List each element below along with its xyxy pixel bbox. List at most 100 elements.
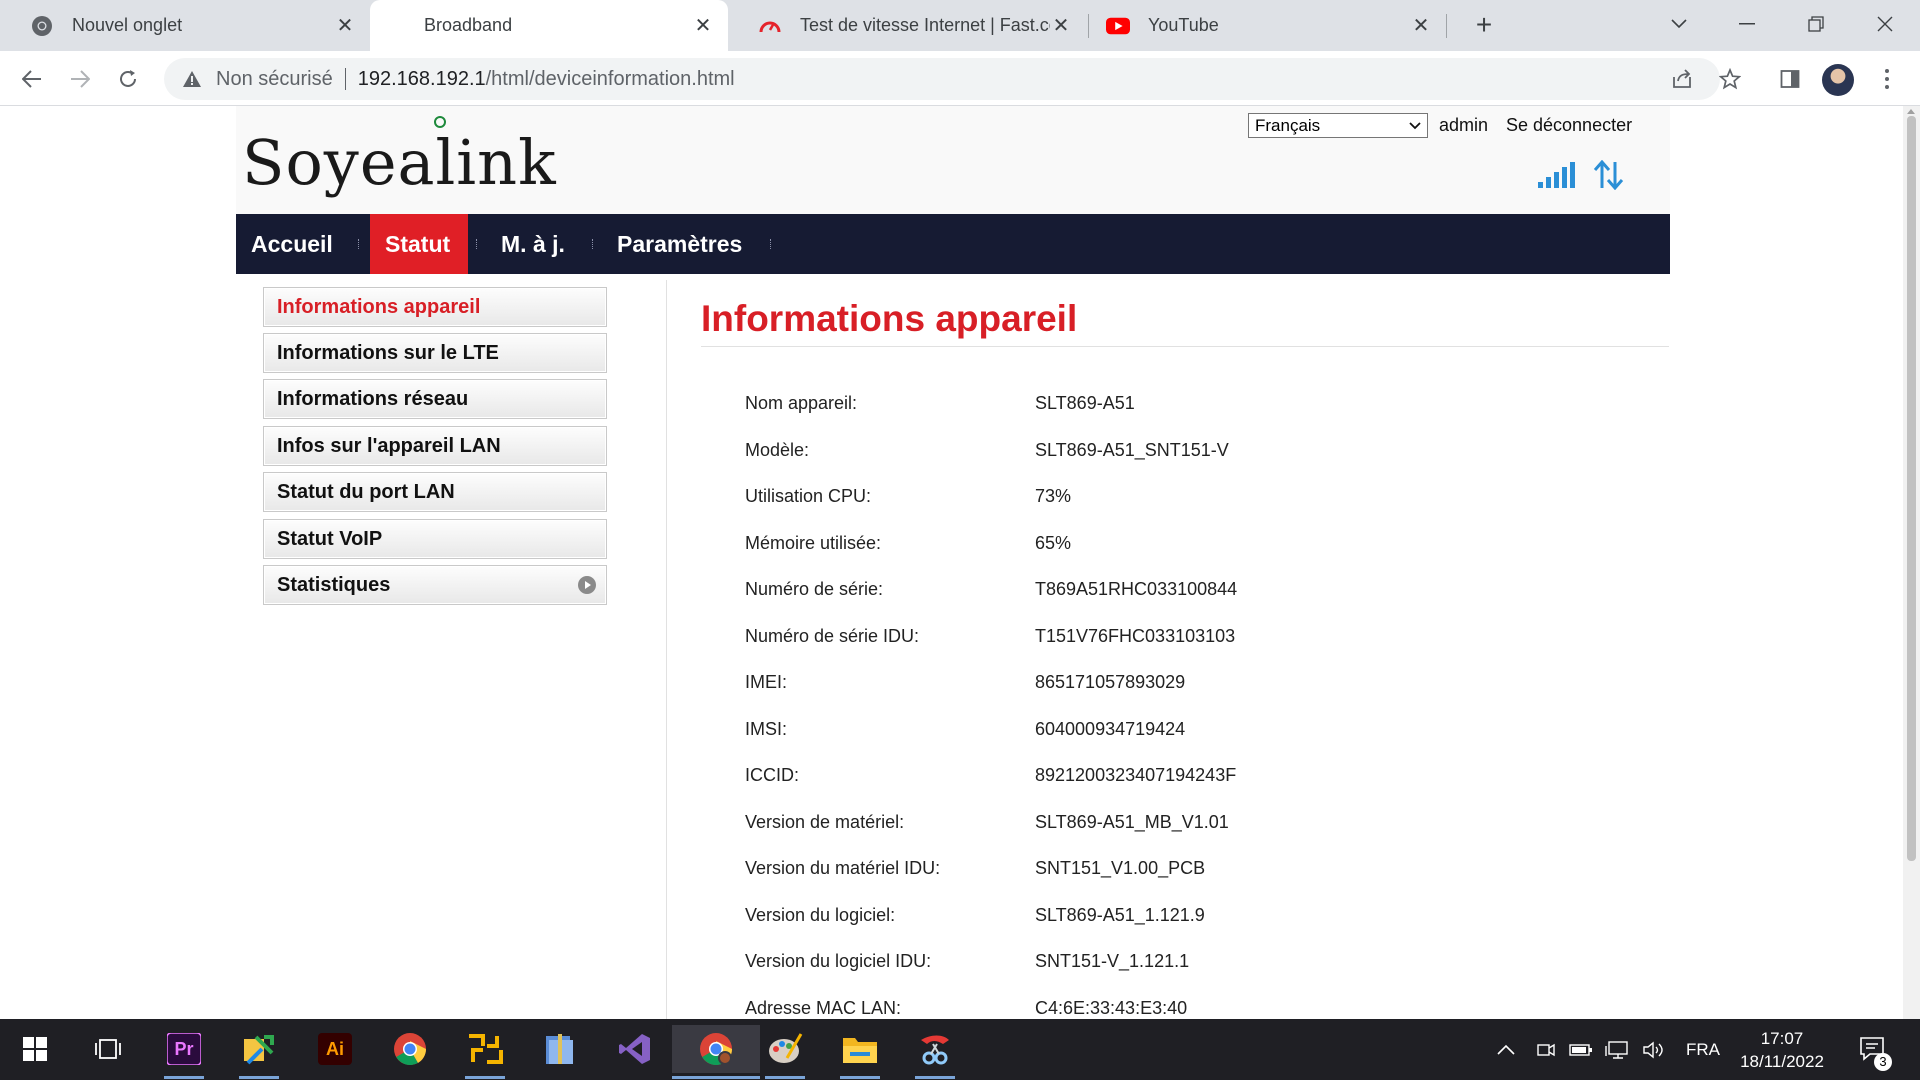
- windows-start-icon[interactable]: [10, 1025, 60, 1073]
- info-label: IMEI:: [745, 672, 788, 692]
- scroll-thumb[interactable]: [1907, 116, 1916, 861]
- info-row-memory: Mémoire utilisée: 65%: [745, 533, 1645, 557]
- illustrator-icon[interactable]: Ai: [310, 1025, 360, 1073]
- info-value: 865171057893029: [1035, 672, 1186, 692]
- browser-menu-icon[interactable]: [1872, 61, 1902, 97]
- browser-tab-strip: Nouvel onglet ✕ Broadband ✕ Test de vite…: [0, 0, 1920, 51]
- minimize-icon[interactable]: [1727, 6, 1767, 42]
- sidebar-item-lte-info[interactable]: Informations sur le LTE: [263, 333, 607, 373]
- info-label: Adresse MAC LAN:: [745, 998, 902, 1018]
- info-label: Version de matériel:: [745, 812, 905, 832]
- info-row-cpu: Utilisation CPU: 73%: [745, 486, 1645, 510]
- info-value: 73%: [1035, 486, 1072, 506]
- language-select[interactable]: Français: [1248, 113, 1428, 138]
- running-indicator: [465, 1076, 505, 1079]
- share-icon[interactable]: [1664, 61, 1700, 97]
- archive-icon[interactable]: [535, 1025, 585, 1073]
- close-icon[interactable]: ✕: [1050, 15, 1072, 37]
- security-status[interactable]: Non sécurisé: [216, 68, 333, 91]
- bookmark-star-icon[interactable]: [1712, 61, 1748, 97]
- system-clock[interactable]: 17:07 18/11/2022: [1726, 1027, 1838, 1073]
- tray-overflow-chevron-icon[interactable]: [1497, 1019, 1515, 1080]
- nav-separator: [770, 239, 772, 249]
- paint-icon[interactable]: [760, 1025, 810, 1079]
- info-row-iccid: ICCID: 8921200323407194243F: [745, 765, 1645, 789]
- visual-studio-icon[interactable]: [610, 1025, 660, 1073]
- close-icon[interactable]: ✕: [334, 15, 356, 37]
- tab-fast-com[interactable]: Test de vitesse Internet | Fast.com ✕: [728, 0, 1086, 51]
- running-indicator: [840, 1076, 880, 1079]
- info-label: Utilisation CPU:: [745, 486, 872, 506]
- sidebar-item-lan-port-status[interactable]: Statut du port LAN: [263, 472, 607, 512]
- page-scrollbar[interactable]: [1903, 106, 1920, 1019]
- scroll-up-arrow-icon[interactable]: [1907, 109, 1915, 114]
- tab-new-tab[interactable]: Nouvel onglet ✕: [0, 0, 370, 51]
- router-header: Soyealink Français admin Se déconnecter: [236, 106, 1670, 214]
- side-panel-icon[interactable]: [1772, 61, 1808, 97]
- forward-arrow-icon[interactable]: [62, 61, 98, 97]
- language-value: Français: [1255, 115, 1321, 135]
- info-value: SLT869-A51: [1035, 393, 1135, 413]
- nav-parametres[interactable]: Paramètres: [602, 214, 757, 274]
- chrome-icon: [30, 14, 54, 38]
- meet-now-icon[interactable]: [1536, 1019, 1556, 1080]
- tab-title: Nouvel onglet: [72, 15, 183, 35]
- profile-avatar[interactable]: [1822, 64, 1854, 96]
- illustrator-label: Ai: [326, 1038, 344, 1059]
- sidebar-item-voip-status[interactable]: Statut VoIP: [263, 519, 607, 559]
- new-tab-button[interactable]: +: [1466, 8, 1502, 44]
- info-row-hardware-version: Version de matériel: SLT869-A51_MB_V1.01: [745, 812, 1645, 836]
- warning-triangle-icon[interactable]: [180, 67, 204, 91]
- info-label: Numéro de série:: [745, 579, 884, 599]
- tab-search-chevron-icon[interactable]: [1659, 6, 1699, 42]
- network-tool-icon[interactable]: [460, 1025, 510, 1079]
- tab-broadband[interactable]: Broadband ✕: [370, 0, 728, 51]
- info-row-imsi: IMSI: 604000934719424: [745, 719, 1645, 743]
- fast-speedometer-icon: [758, 14, 782, 38]
- reload-icon[interactable]: [110, 61, 146, 97]
- nav-accueil[interactable]: Accueil: [236, 214, 348, 274]
- sidebar-item-device-info[interactable]: Informations appareil: [263, 287, 607, 327]
- info-value: SLT869-A51_SNT151-V: [1035, 440, 1229, 460]
- chrome-active-icon[interactable]: [672, 1025, 760, 1079]
- content-divider: [666, 280, 667, 1019]
- volume-icon[interactable]: [1642, 1019, 1666, 1080]
- logout-link[interactable]: Se déconnecter: [1506, 115, 1632, 136]
- info-value: SNT151-V_1.121.1: [1035, 951, 1190, 971]
- sidebar-item-network-info[interactable]: Informations réseau: [263, 379, 607, 419]
- file-transfer-icon[interactable]: [234, 1025, 284, 1079]
- browser-toolbar: Non sécurisé 192.168.192.1/html/devicein…: [0, 51, 1920, 106]
- soyealink-logo: Soyealink: [242, 126, 557, 199]
- close-icon[interactable]: ✕: [1410, 15, 1432, 37]
- address-bar[interactable]: Non sécurisé 192.168.192.1/html/devicein…: [164, 58, 1720, 100]
- nav-statut[interactable]: Statut: [370, 214, 468, 274]
- back-arrow-icon[interactable]: [14, 61, 50, 97]
- info-row-device-name: Nom appareil: SLT869-A51: [745, 393, 1645, 417]
- network-ethernet-icon[interactable]: [1605, 1019, 1629, 1080]
- info-value: SLT869-A51_1.121.9: [1035, 905, 1205, 925]
- sidebar-item-label: Statistiques: [277, 574, 391, 596]
- close-window-icon[interactable]: [1865, 6, 1905, 42]
- running-indicator: [915, 1076, 955, 1079]
- chrome-icon[interactable]: [385, 1025, 435, 1073]
- info-row-serial: Numéro de série: T869A51RHC033100844: [745, 579, 1645, 603]
- info-label: ICCID:: [745, 765, 799, 785]
- close-icon[interactable]: ✕: [692, 15, 714, 37]
- file-explorer-icon[interactable]: [835, 1025, 885, 1079]
- user-name: admin: [1439, 115, 1489, 135]
- info-row-software-version: Version du logiciel: SLT869-A51_1.121.9: [745, 905, 1645, 929]
- info-value: 604000934719424: [1035, 719, 1186, 739]
- sidebar-item-statistics[interactable]: Statistiques: [263, 565, 607, 605]
- battery-icon[interactable]: [1569, 1019, 1593, 1080]
- snipping-tool-icon[interactable]: [910, 1025, 960, 1079]
- info-label: Version du logiciel IDU:: [745, 951, 932, 971]
- info-row-imei: IMEI: 865171057893029: [745, 672, 1645, 696]
- restore-icon[interactable]: [1796, 6, 1836, 42]
- info-row-model: Modèle: SLT869-A51_SNT151-V: [745, 440, 1645, 464]
- tab-youtube[interactable]: YouTube ✕: [1088, 0, 1446, 51]
- input-language[interactable]: FRA: [1686, 1019, 1720, 1080]
- task-view-icon[interactable]: [83, 1025, 133, 1073]
- premiere-pro-icon[interactable]: Pr: [159, 1025, 209, 1079]
- sidebar-item-lan-devices[interactable]: Infos sur l'appareil LAN: [263, 426, 607, 466]
- nav-mise-a-jour[interactable]: M. à j.: [486, 214, 580, 274]
